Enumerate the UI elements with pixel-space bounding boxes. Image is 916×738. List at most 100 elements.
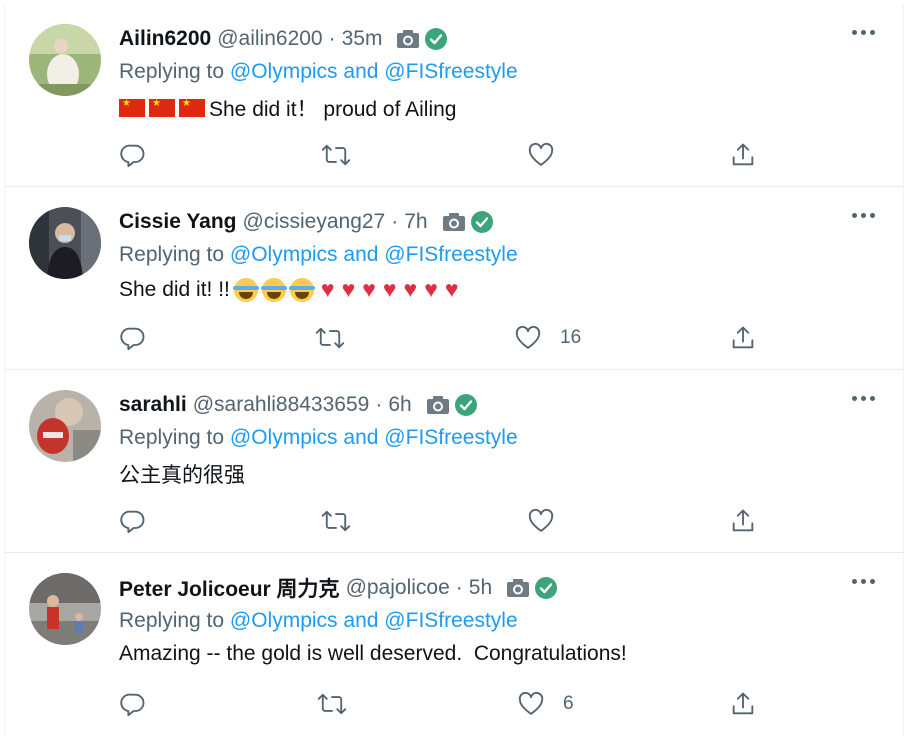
- retweet-button[interactable]: [317, 690, 347, 718]
- tweet-text: 公主真的很强: [119, 459, 245, 489]
- like-button[interactable]: 16: [514, 324, 581, 352]
- share-button[interactable]: [729, 324, 757, 352]
- more-icon[interactable]: [852, 30, 875, 35]
- reply-icon[interactable]: [119, 141, 147, 169]
- share-button[interactable]: [729, 141, 757, 169]
- tweet[interactable]: Peter Jolicoeur 周力克 @pajolicoe · 5h Repl…: [5, 553, 903, 736]
- replying-to: Replying to @Olympics and @FISfreestyle: [119, 609, 518, 633]
- avatar[interactable]: [29, 207, 101, 279]
- mention-link[interactable]: @FISfreestyle: [384, 60, 517, 83]
- like-icon[interactable]: [514, 324, 542, 352]
- like-icon[interactable]: [527, 141, 555, 169]
- tweet[interactable]: Ailin6200 @ailin6200 · 35m Replying to @…: [5, 4, 903, 187]
- tweet[interactable]: Cissie Yang @cissieyang27 · 7h Replying …: [5, 187, 903, 370]
- loudly-crying-face-emoji: [260, 277, 287, 302]
- retweet-button[interactable]: [321, 507, 351, 535]
- timestamp[interactable]: 6h: [388, 393, 411, 417]
- share-button[interactable]: [729, 690, 757, 718]
- reply-icon[interactable]: [119, 507, 147, 535]
- separator: ·: [375, 393, 383, 416]
- tweet-actions: [119, 507, 839, 541]
- tweet-header: Peter Jolicoeur 周力克 @pajolicoe · 5h: [119, 573, 558, 603]
- user-handle[interactable]: @pajolicoe: [346, 576, 450, 600]
- and-text: and: [343, 60, 379, 83]
- avatar[interactable]: [29, 390, 101, 462]
- reply-button[interactable]: [119, 690, 147, 718]
- more-icon[interactable]: [852, 213, 875, 218]
- camera-icon: [426, 395, 450, 415]
- mention-link[interactable]: @FISfreestyle: [384, 243, 517, 266]
- tweet[interactable]: sarahli @sarahli88433659 · 6h Replying t…: [5, 370, 903, 553]
- tweet-body: Amazing -- the gold is well deserved. Co…: [119, 642, 627, 665]
- share-icon[interactable]: [729, 690, 757, 718]
- verified-icon: [470, 210, 494, 234]
- share-button[interactable]: [729, 507, 757, 535]
- red-heart-emoji: ♥: [320, 276, 335, 302]
- camera-icon: [506, 578, 530, 598]
- share-icon[interactable]: [729, 324, 757, 352]
- loudly-crying-face-emoji: [232, 277, 259, 302]
- red-heart-emoji: ♥: [362, 276, 376, 302]
- camera-icon: [442, 212, 466, 232]
- and-text: and: [343, 243, 379, 266]
- replying-label: Replying to: [119, 609, 225, 632]
- cn-flag-emoji: [149, 99, 175, 117]
- reply-icon[interactable]: [119, 690, 147, 718]
- display-name[interactable]: Cissie Yang: [119, 210, 237, 234]
- like-count: 16: [560, 327, 582, 348]
- reply-button[interactable]: [119, 324, 147, 352]
- like-icon[interactable]: [517, 690, 545, 718]
- replying-label: Replying to: [119, 60, 225, 83]
- reply-icon[interactable]: [119, 324, 147, 352]
- separator: ·: [328, 27, 336, 50]
- red-heart-emoji: ♥: [341, 276, 356, 302]
- avatar[interactable]: [29, 573, 101, 645]
- like-button[interactable]: [527, 507, 573, 535]
- display-name[interactable]: Ailin6200: [119, 27, 211, 51]
- share-icon[interactable]: [729, 507, 757, 535]
- mention-link[interactable]: @Olympics: [230, 243, 338, 266]
- tweet-body: She did it! !!: [119, 277, 230, 301]
- cn-flag-emoji: [119, 99, 145, 117]
- more-icon[interactable]: [852, 579, 875, 584]
- timestamp[interactable]: 5h: [469, 576, 492, 600]
- cn-flag-emoji: [179, 99, 205, 117]
- mention-link[interactable]: @Olympics: [230, 609, 338, 632]
- user-handle[interactable]: @ailin6200: [217, 27, 322, 51]
- like-button[interactable]: 6: [517, 690, 574, 718]
- timestamp[interactable]: 35m: [342, 27, 383, 51]
- mention-link[interactable]: @Olympics: [230, 60, 338, 83]
- red-heart-emoji: ♥: [382, 276, 397, 302]
- separator: ·: [391, 210, 399, 233]
- timestamp[interactable]: 7h: [404, 210, 427, 234]
- share-icon[interactable]: [729, 141, 757, 169]
- retweet-button[interactable]: [315, 324, 345, 352]
- tweet-text: She did it！ proud of Ailing: [119, 93, 457, 123]
- mention-link[interactable]: @Olympics: [230, 426, 338, 449]
- mention-link[interactable]: @FISfreestyle: [384, 609, 517, 632]
- like-button[interactable]: [527, 141, 573, 169]
- like-icon[interactable]: [527, 507, 555, 535]
- retweet-icon[interactable]: [321, 507, 351, 535]
- retweet-icon[interactable]: [317, 690, 347, 718]
- more-icon[interactable]: [852, 396, 875, 401]
- red-heart-emoji: ♥: [444, 276, 459, 302]
- retweet-icon[interactable]: [321, 141, 351, 169]
- red-heart-emoji: ♥: [403, 276, 418, 302]
- avatar[interactable]: [29, 24, 101, 96]
- verified-icon: [424, 27, 448, 51]
- display-name[interactable]: Peter Jolicoeur 周力克: [119, 573, 340, 603]
- display-name[interactable]: sarahli: [119, 393, 187, 417]
- reply-button[interactable]: [119, 507, 147, 535]
- retweet-button[interactable]: [321, 141, 351, 169]
- user-handle[interactable]: @cissieyang27: [243, 210, 386, 234]
- tweet-actions: [119, 141, 839, 175]
- loudly-crying-face-emoji: [288, 277, 315, 302]
- tweet-text: Amazing -- the gold is well deserved. Co…: [119, 642, 627, 666]
- user-handle[interactable]: @sarahli88433659: [193, 393, 370, 417]
- retweet-icon[interactable]: [315, 324, 345, 352]
- replying-label: Replying to: [119, 243, 225, 266]
- mention-link[interactable]: @FISfreestyle: [384, 426, 517, 449]
- reply-button[interactable]: [119, 141, 147, 169]
- replying-to: Replying to @Olympics and @FISfreestyle: [119, 60, 518, 84]
